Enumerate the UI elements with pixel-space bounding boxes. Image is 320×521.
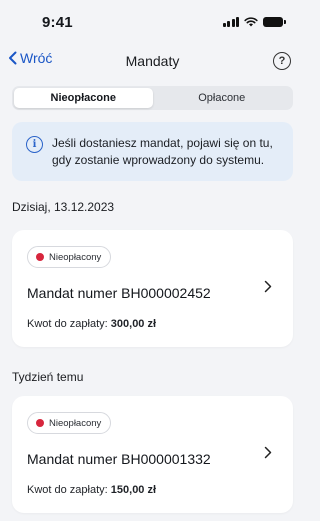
tab-unpaid[interactable]: Nieopłacone <box>14 88 153 108</box>
back-button[interactable]: Wróć <box>8 50 52 66</box>
info-icon: i <box>26 136 43 153</box>
section-label-last-week: Tydzień temu <box>12 370 84 384</box>
navigation-bar: Wróć Mandaty ? <box>0 46 305 76</box>
ticket-amount-value: 150,00 zł <box>110 484 157 496</box>
ticket-title: Mandat numer BH000001332 <box>27 451 211 467</box>
ticket-amount-label: Kwot do zapłaty: <box>27 318 108 330</box>
tab-switcher: Nieopłacone Opłacone <box>12 86 293 110</box>
info-icon-symbol: i <box>32 139 37 150</box>
tab-unpaid-label: Nieopłacone <box>50 92 116 104</box>
cellular-signal-icon <box>222 17 239 27</box>
back-button-label: Wróć <box>20 50 53 66</box>
status-icons <box>222 17 286 27</box>
help-icon[interactable]: ? <box>273 52 291 70</box>
ticket-card[interactable]: Nieopłacony Mandat numer BH000001332 Kwo… <box>12 396 293 513</box>
ticket-amount-label: Kwot do zapłaty: <box>27 484 108 496</box>
info-text-line-2: gdy zostanie wprowadzony do systemu. <box>52 153 265 167</box>
status-badge-label: Nieopłacony <box>49 417 102 429</box>
battery-icon <box>263 17 286 27</box>
status-badge: Nieopłacony <box>27 246 112 268</box>
info-text: Jeśli dostaniesz mandat, pojawi się on t… <box>52 135 273 181</box>
section-label-today: Dzisiaj, 13.12.2023 <box>12 200 115 214</box>
status-time: 9:41 <box>42 13 73 31</box>
help-icon-symbol: ? <box>278 55 286 67</box>
ticket-card[interactable]: Nieopłacony Mandat numer BH000002452 Kwo… <box>12 230 293 347</box>
ticket-amount-value: 300,00 zł <box>110 318 157 330</box>
status-badge: Nieopłacony <box>27 412 112 434</box>
chevron-right-icon <box>261 277 275 295</box>
ticket-amount: Kwot do zapłaty: 300,00 zł <box>27 318 156 330</box>
info-banner: i Jeśli dostaniesz mandat, pojawi się on… <box>12 122 293 181</box>
ticket-amount: Kwot do zapłaty: 150,00 zł <box>27 484 156 496</box>
page-title: Mandaty <box>125 53 180 69</box>
tab-paid-label: Opłacone <box>198 92 246 104</box>
status-dot <box>36 253 44 261</box>
chevron-left-icon <box>9 51 17 65</box>
chevron-right-icon <box>261 443 275 461</box>
ticket-title: Mandat numer BH000002452 <box>27 285 211 301</box>
status-badge-label: Nieopłacony <box>49 251 102 263</box>
status-dot <box>36 419 44 427</box>
status-bar: 9:41 <box>0 0 305 44</box>
tab-paid[interactable]: Opłacone <box>153 88 292 108</box>
wifi-icon <box>244 17 258 27</box>
info-text-line-1: Jeśli dostaniesz mandat, pojawi się on t… <box>52 136 273 150</box>
